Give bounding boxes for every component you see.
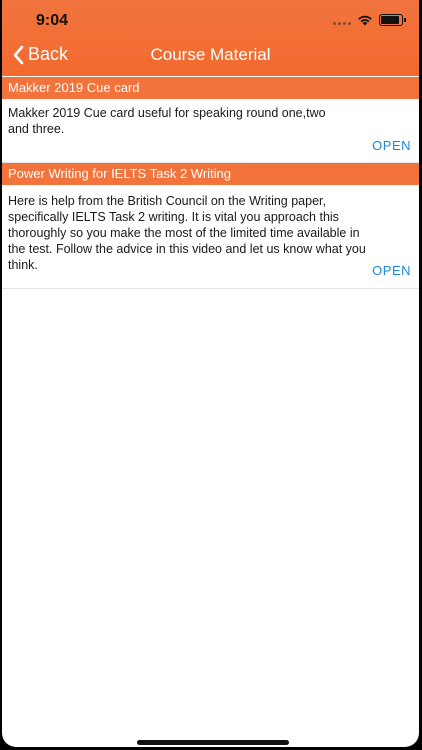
description-line: and three.	[8, 122, 65, 136]
battery-icon	[379, 14, 406, 26]
material-description: Here is help from the British Council on…	[8, 193, 413, 273]
material-title: Makker 2019 Cue card	[2, 77, 419, 99]
status-icons	[333, 14, 406, 26]
material-description: Makker 2019 Cue card useful for speaking…	[8, 105, 413, 137]
status-time: 9:04	[36, 12, 69, 29]
description-line: Here is help from the British Council on…	[8, 194, 326, 208]
description-line: thoroughly so you make the most of the l…	[8, 226, 360, 240]
divider	[2, 288, 419, 289]
description-line: think.	[8, 258, 38, 272]
nav-bar: 9:04 Back Course Material	[2, 0, 419, 76]
page-title: Course Material	[150, 45, 271, 64]
description-line: specifically IELTS Task 2 writing. It is…	[8, 210, 339, 224]
material-title: Power Writing for IELTS Task 2 Writing	[2, 163, 419, 185]
wifi-icon	[358, 15, 372, 26]
open-material-button[interactable]: OPEN	[372, 263, 411, 278]
cellular-signal-icon	[333, 15, 351, 25]
home-indicator[interactable]	[137, 740, 289, 745]
description-line: the test. Follow the advice in this vide…	[8, 242, 366, 256]
open-material-button[interactable]: OPEN	[372, 138, 411, 153]
description-line: Makker 2019 Cue card useful for speaking…	[8, 106, 326, 120]
app-screen: 9:04 Back Course Material Makker 2019 Cu…	[2, 0, 419, 747]
